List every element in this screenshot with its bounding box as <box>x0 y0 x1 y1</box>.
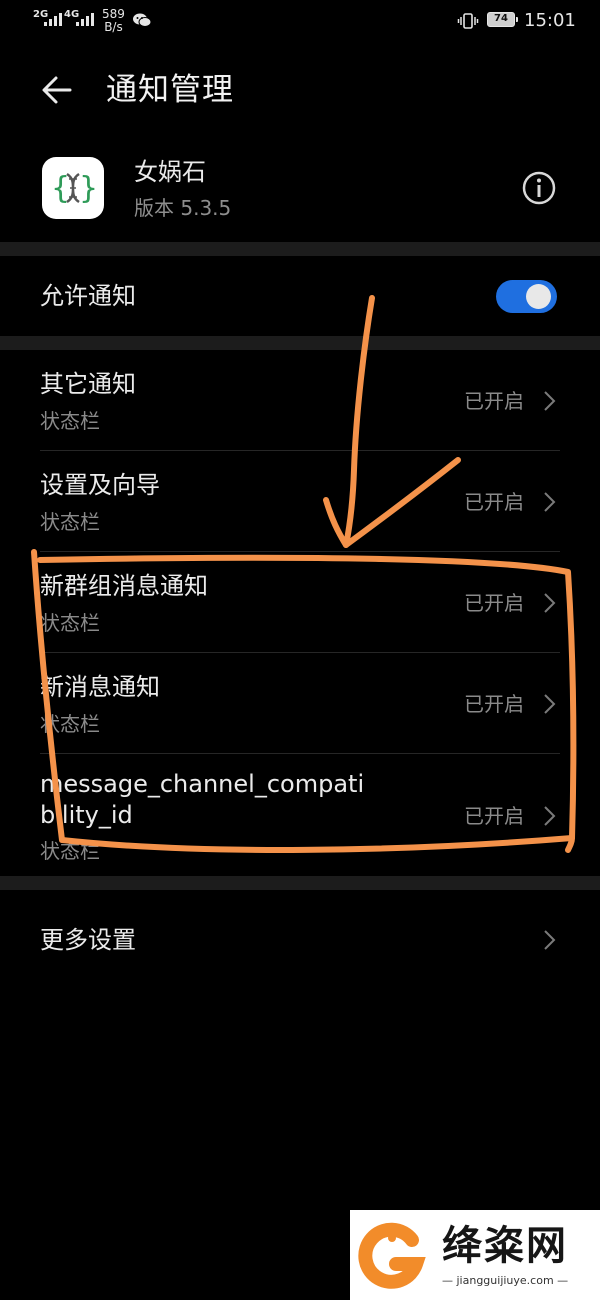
status-bar: 2G 4G 589 B/s 74 15:01 <box>0 0 600 44</box>
network-speed-unit: B/s <box>104 20 123 34</box>
battery-indicator: 74 <box>487 12 518 27</box>
allow-notifications-row[interactable]: 允许通知 <box>0 256 600 336</box>
channel-row-new-message[interactable]: 新消息通知 状态栏 已开启 <box>0 653 600 754</box>
chevron-right-icon <box>544 391 556 411</box>
section-divider <box>0 336 600 350</box>
channel-subtitle: 状态栏 <box>40 839 100 863</box>
chevron-right-icon <box>544 694 556 714</box>
channel-status: 已开启 <box>464 591 524 615</box>
channel-subtitle: 状态栏 <box>40 510 100 534</box>
svg-text:}: } <box>79 171 98 206</box>
channel-row-group-message[interactable]: 新群组消息通知 状态栏 已开启 <box>0 552 600 653</box>
more-settings-label: 更多设置 <box>40 926 136 954</box>
channel-row-setup-guide[interactable]: 设置及向导 状态栏 已开启 <box>0 451 600 552</box>
watermark-domain: — jiangguijiuye.com — <box>442 1274 569 1287</box>
channel-title-line1: message_channel_compati <box>40 770 365 798</box>
vibrate-icon <box>457 13 479 29</box>
app-icon: { } <box>42 157 104 219</box>
chevron-right-icon <box>544 930 556 950</box>
watermark: 绛粢网 — jiangguijiuye.com — <box>350 1210 600 1300</box>
signal-bars-1-icon <box>44 12 62 26</box>
toggle-knob <box>526 284 551 309</box>
channel-row-other[interactable]: 其它通知 状态栏 已开启 <box>0 350 600 451</box>
channel-title: 新群组消息通知 <box>40 572 208 600</box>
channel-title-line2: bility_id <box>40 801 133 829</box>
chevron-right-icon <box>544 492 556 512</box>
channel-status: 已开启 <box>464 490 524 514</box>
app-name: 女娲石 <box>134 158 206 186</box>
channel-subtitle: 状态栏 <box>40 409 100 433</box>
channel-title: 设置及向导 <box>40 471 160 499</box>
section-divider <box>0 876 600 890</box>
info-icon[interactable] <box>521 170 557 206</box>
channel-subtitle: 状态栏 <box>40 611 100 635</box>
allow-notifications-toggle[interactable] <box>496 280 557 313</box>
watermark-text: 绛粢网 <box>442 1223 568 1269</box>
channel-title: 新消息通知 <box>40 673 160 701</box>
back-arrow-icon[interactable] <box>36 68 80 112</box>
page-title: 通知管理 <box>106 72 234 108</box>
chevron-right-icon <box>544 806 556 826</box>
app-version: 版本 5.3.5 <box>134 196 232 220</box>
channel-title: 其它通知 <box>40 370 136 398</box>
wechat-icon <box>133 13 152 27</box>
watermark-logo-icon <box>358 1222 426 1289</box>
clock: 15:01 <box>524 10 576 31</box>
more-settings-row[interactable]: 更多设置 <box>0 890 600 990</box>
chevron-right-icon <box>544 593 556 613</box>
signal-bars-2-icon <box>76 12 94 26</box>
network-speed: 589 B/s <box>102 8 125 34</box>
channel-row-compatibility[interactable]: message_channel_compati bility_id 状态栏 已开… <box>0 754 600 876</box>
channel-status: 已开启 <box>464 804 524 828</box>
allow-notifications-label: 允许通知 <box>40 282 136 310</box>
section-divider <box>0 242 600 256</box>
channel-status: 已开启 <box>464 692 524 716</box>
dna-logo-icon: { } <box>51 171 98 206</box>
channel-subtitle: 状态栏 <box>40 712 100 736</box>
channel-status: 已开启 <box>464 389 524 413</box>
